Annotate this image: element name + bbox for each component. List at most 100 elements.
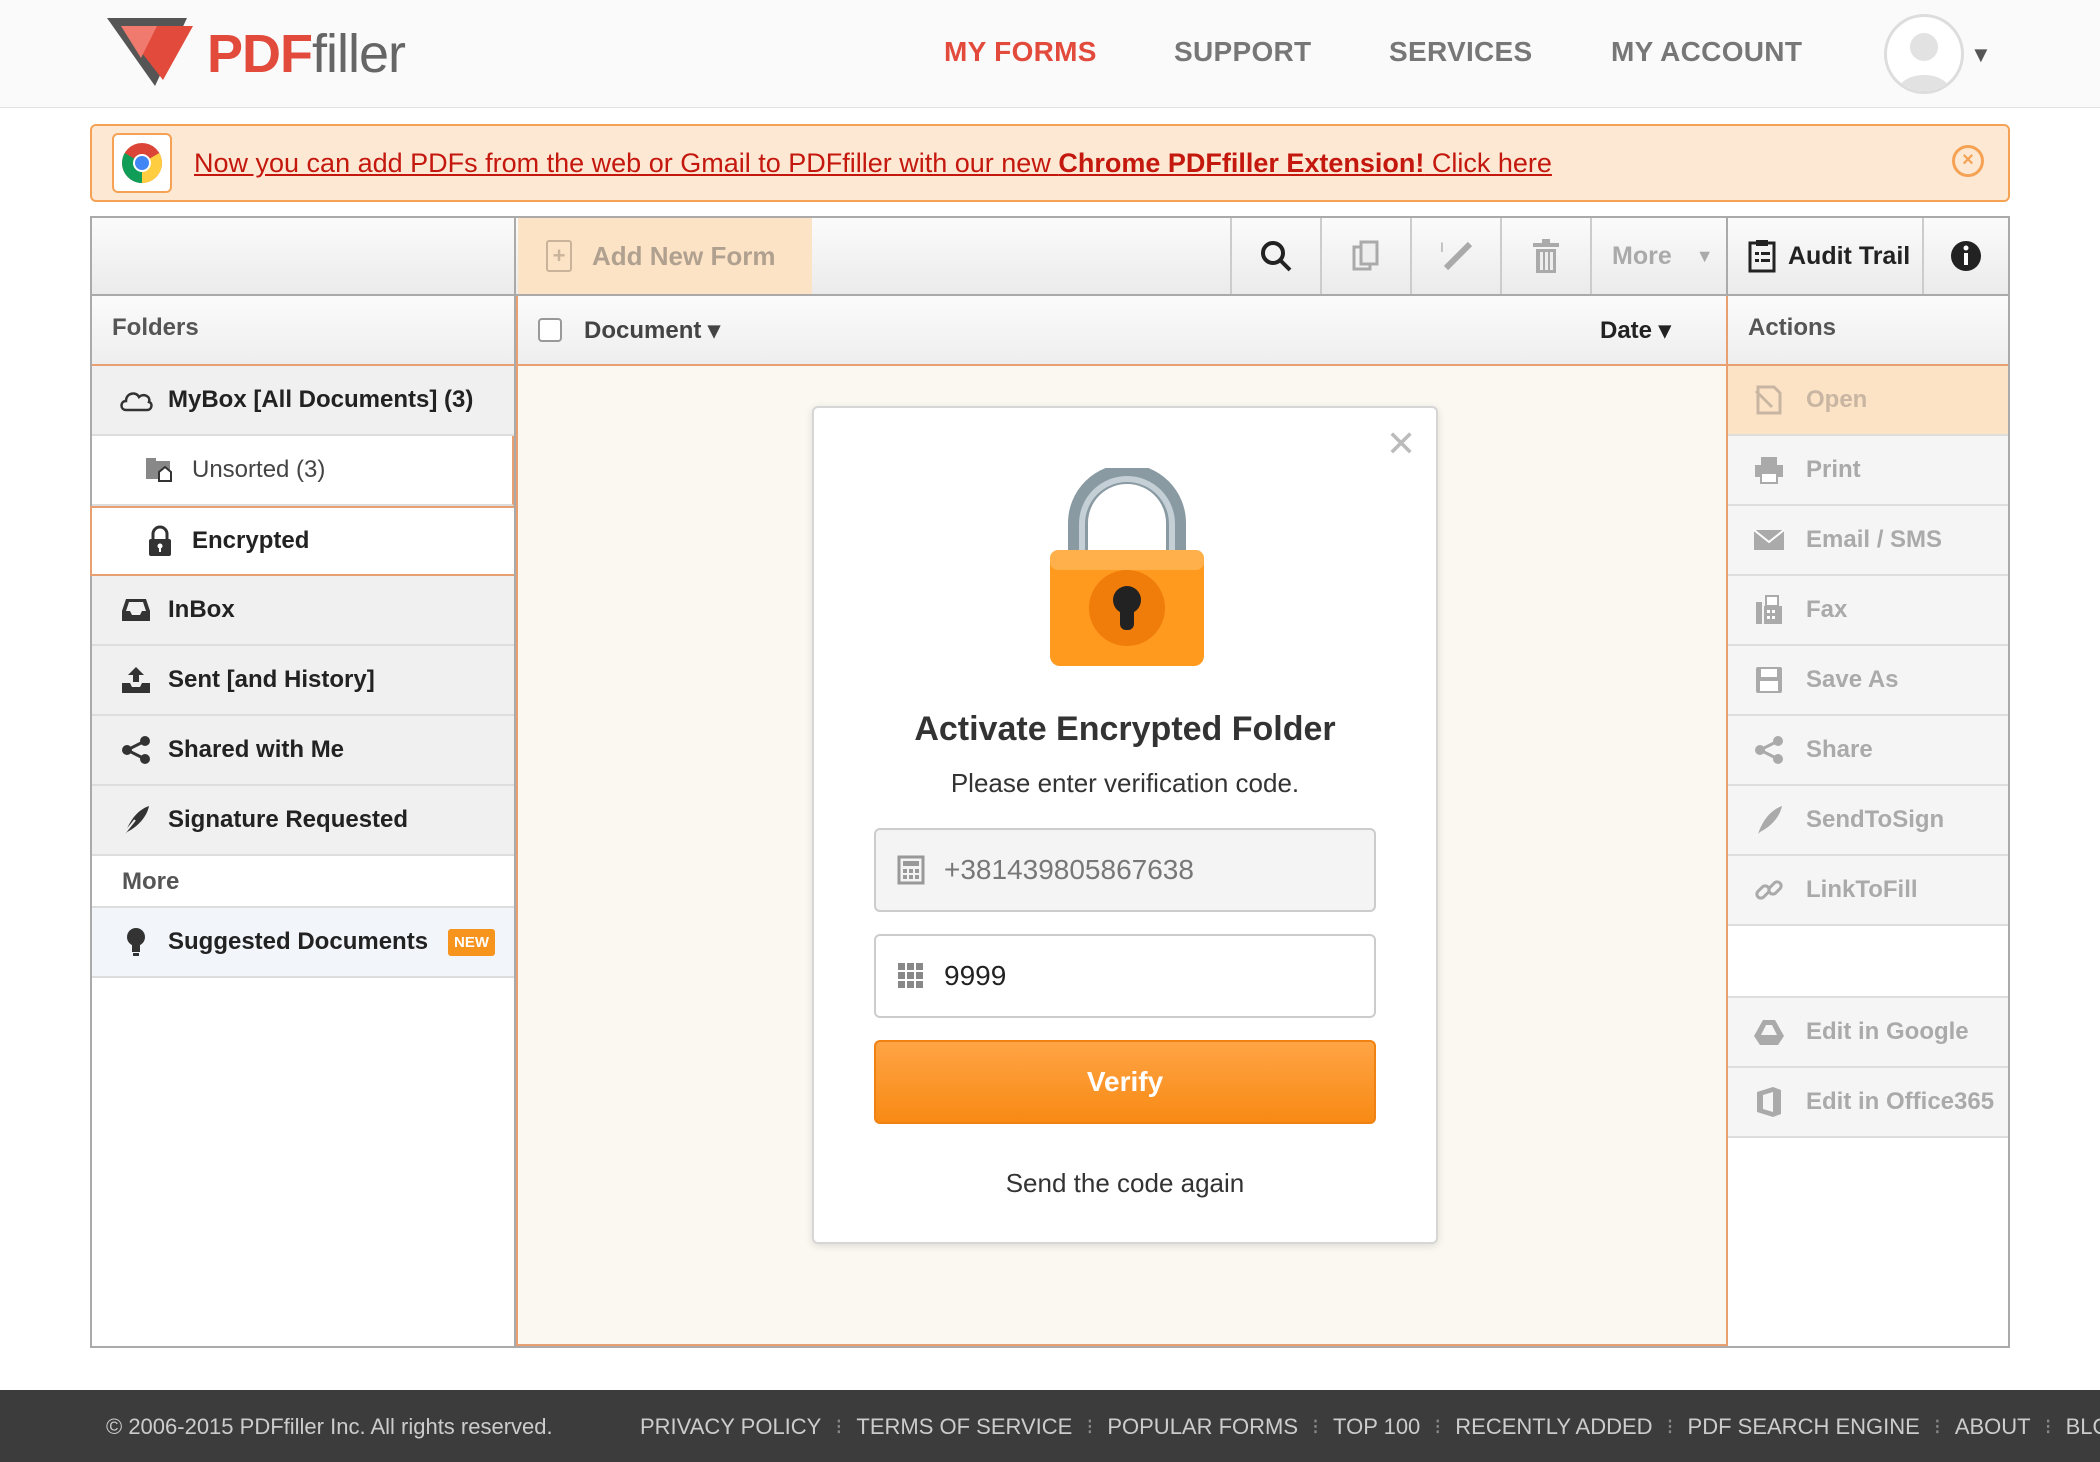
folders-more-heading: More bbox=[92, 856, 514, 908]
add-new-form-label: Add New Form bbox=[592, 240, 776, 271]
footer-link-popular-forms[interactable]: POPULAR FORMS bbox=[1107, 1414, 1298, 1440]
folder-label: Shared with Me bbox=[168, 736, 345, 763]
save-icon bbox=[1752, 663, 1786, 697]
action-label: Fax bbox=[1806, 596, 1848, 623]
folder-suggested-documents[interactable]: Suggested Documents NEW bbox=[92, 908, 514, 978]
copyright-text: © 2006-2015 PDFfiller Inc. All rights re… bbox=[106, 1414, 553, 1439]
nav-services[interactable]: SERVICES bbox=[1389, 36, 1533, 68]
folder-mybox[interactable]: MyBox [All Documents] (3) bbox=[92, 366, 514, 436]
outbox-icon bbox=[118, 662, 154, 698]
action-print[interactable]: Print bbox=[1728, 436, 2008, 506]
verification-code-field[interactable] bbox=[874, 934, 1376, 1018]
logo-text: PDFfiller bbox=[207, 24, 406, 84]
action-edit-in-office365[interactable]: Edit in Office365 bbox=[1728, 1068, 2008, 1138]
activate-encrypted-folder-dialog: ✕ Activate Encrypted Folder Please enter… bbox=[812, 406, 1438, 1244]
pdffiller-logo-mark-icon bbox=[107, 18, 193, 86]
actions-divider bbox=[1728, 926, 2008, 998]
footer-link-top-100[interactable]: TOP 100 bbox=[1333, 1414, 1420, 1440]
footer: © 2006-2015 PDFfiller Inc. All rights re… bbox=[0, 1390, 2100, 1462]
footer-separator: ⁝ bbox=[1312, 1414, 1320, 1439]
folder-shared[interactable]: Shared with Me bbox=[92, 716, 514, 786]
chevron-down-icon[interactable]: ▼ bbox=[1970, 42, 1992, 68]
footer-link-blog[interactable]: BLOG bbox=[2066, 1414, 2100, 1440]
audit-trail-label: Audit Trail bbox=[1788, 241, 1911, 270]
folder-encrypted[interactable]: Encrypted bbox=[90, 506, 514, 576]
actions-header: Actions bbox=[1728, 296, 2008, 366]
action-label: Print bbox=[1806, 456, 1861, 483]
footer-link-about[interactable]: ABOUT bbox=[1955, 1414, 2031, 1440]
phone-number-input[interactable] bbox=[944, 854, 1344, 886]
envelope-icon bbox=[1752, 523, 1786, 557]
phone-number-field[interactable] bbox=[874, 828, 1376, 912]
caret-down-icon: ▼ bbox=[1695, 245, 1714, 266]
cloud-icon bbox=[118, 382, 154, 418]
fax-icon bbox=[1752, 593, 1786, 627]
padlock-icon bbox=[1050, 468, 1204, 666]
action-label: Open bbox=[1806, 386, 1868, 413]
footer-link-recently-added[interactable]: RECENTLY ADDED bbox=[1455, 1414, 1652, 1440]
folders-header: Folders bbox=[92, 296, 514, 366]
action-label: Edit in Google bbox=[1806, 1018, 1969, 1045]
dialog-subtitle: Please enter verification code. bbox=[950, 768, 1300, 798]
nav-my-account[interactable]: MY ACCOUNT bbox=[1611, 36, 1802, 68]
action-save-as[interactable]: Save As bbox=[1728, 646, 2008, 716]
banner-close-icon[interactable]: × bbox=[1952, 145, 1984, 177]
footer-link-pdf-search[interactable]: PDF SEARCH ENGINE bbox=[1688, 1414, 1920, 1440]
folder-sent[interactable]: Sent [and History] bbox=[92, 646, 514, 716]
verification-code-input[interactable] bbox=[944, 960, 1344, 992]
folder-signature-requested[interactable]: Signature Requested bbox=[92, 786, 514, 856]
action-open[interactable]: Open bbox=[1728, 366, 2008, 436]
banner-link[interactable]: Now you can add PDFs from the web or Gma… bbox=[194, 148, 1552, 179]
date-column-header[interactable]: Date ▾ bbox=[1600, 316, 1671, 345]
calculator-icon bbox=[894, 853, 928, 887]
action-fax[interactable]: Fax bbox=[1728, 576, 2008, 646]
more-label: More bbox=[1612, 241, 1672, 270]
suggested-documents-label: Suggested Documents bbox=[168, 928, 429, 955]
clipboard-icon bbox=[1748, 240, 1776, 273]
send-code-again-link[interactable]: Send the code again bbox=[814, 1168, 1436, 1199]
new-badge: NEW bbox=[448, 928, 496, 956]
share-icon bbox=[1752, 733, 1786, 767]
google-drive-icon bbox=[1752, 1015, 1786, 1049]
dialog-title: Activate Encrypted Folder bbox=[914, 710, 1336, 748]
folder-label: Signature Requested bbox=[168, 806, 409, 833]
verify-button[interactable]: Verify bbox=[874, 1040, 1376, 1124]
footer-link-privacy[interactable]: PRIVACY POLICY bbox=[640, 1414, 821, 1440]
select-all-checkbox[interactable] bbox=[538, 318, 562, 342]
add-new-form-button[interactable]: + Add New Form bbox=[518, 218, 812, 294]
folder-unsorted[interactable]: Unsorted (3) bbox=[92, 436, 514, 506]
folder-label: Unsorted (3) bbox=[192, 456, 326, 483]
action-edit-in-google[interactable]: Edit in Google bbox=[1728, 998, 2008, 1068]
toolbar: + Add New Form I More ▼ Audit Trail bbox=[92, 218, 2008, 296]
office-icon bbox=[1752, 1085, 1786, 1119]
chrome-icon bbox=[112, 133, 172, 193]
trash-icon[interactable] bbox=[1500, 218, 1590, 294]
action-share[interactable]: Share bbox=[1728, 716, 2008, 786]
folders-sidebar: Folders MyBox [All Documents] (3) Unsort… bbox=[90, 296, 516, 1346]
link-icon bbox=[1752, 873, 1786, 907]
close-icon[interactable]: ✕ bbox=[1386, 426, 1416, 462]
info-icon[interactable] bbox=[1922, 218, 2008, 294]
folder-label: Encrypted bbox=[192, 527, 310, 554]
pdffiller-logo[interactable]: PDFfiller bbox=[107, 18, 406, 88]
edit-icon[interactable]: I bbox=[1410, 218, 1500, 294]
toolbar-spacer bbox=[92, 218, 516, 294]
action-link-to-fill[interactable]: LinkToFill bbox=[1728, 856, 2008, 926]
user-avatar-icon[interactable] bbox=[1884, 14, 1964, 94]
nav-my-forms[interactable]: MY FORMS bbox=[944, 36, 1097, 68]
action-send-to-sign[interactable]: SendToSign bbox=[1728, 786, 2008, 856]
copy-icon[interactable] bbox=[1320, 218, 1410, 294]
footer-separator: ⁝ bbox=[1434, 1414, 1442, 1439]
more-dropdown[interactable]: More ▼ bbox=[1590, 218, 1726, 294]
svg-text:I: I bbox=[1440, 239, 1444, 255]
folder-inbox[interactable]: InBox bbox=[92, 576, 514, 646]
footer-link-terms[interactable]: TERMS OF SERVICE bbox=[856, 1414, 1072, 1440]
document-column-header[interactable]: Document ▾ bbox=[584, 316, 720, 345]
search-icon[interactable] bbox=[1230, 218, 1320, 294]
share-icon bbox=[118, 732, 154, 768]
action-email-sms[interactable]: Email / SMS bbox=[1728, 506, 2008, 576]
action-label: Edit in Office365 bbox=[1806, 1088, 1995, 1115]
nav-support[interactable]: SUPPORT bbox=[1174, 36, 1311, 68]
audit-trail-button[interactable]: Audit Trail bbox=[1726, 218, 1922, 294]
inbox-icon bbox=[118, 592, 154, 628]
